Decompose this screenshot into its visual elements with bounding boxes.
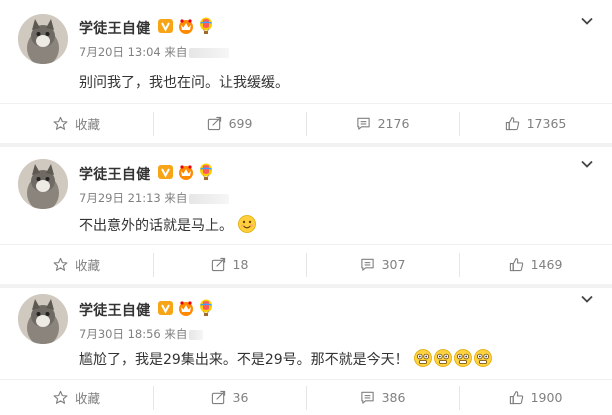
weibo-post: 学徒王自健 7月29日 21:13 来自 不出意外的话就是马上。 收藏 18 3…	[0, 147, 612, 284]
star-icon	[53, 390, 68, 404]
comment-button[interactable]: 307	[306, 252, 459, 277]
comment-count: 386	[381, 390, 406, 405]
balloon-badge-icon	[197, 163, 215, 181]
like-button[interactable]: 17365	[459, 111, 612, 136]
avatar[interactable]	[18, 294, 68, 344]
favorite-label: 收藏	[74, 117, 100, 132]
comment-icon	[360, 391, 374, 404]
vip-crown-icon	[177, 163, 195, 181]
comment-count: 2176	[377, 116, 410, 131]
repost-button[interactable]: 36	[153, 385, 306, 410]
post-text-body: 不出意外的话就是马上。	[79, 218, 233, 234]
verified-badge-icon	[157, 17, 175, 35]
awkward-emoji-icon	[433, 348, 453, 372]
post-meta: 7月30日 18:56 来自	[79, 326, 204, 342]
comment-button[interactable]: 2176	[306, 111, 459, 136]
awkward-emoji-icon	[453, 348, 473, 372]
favorite-button[interactable]: 收藏	[0, 112, 153, 136]
like-count: 1469	[530, 257, 563, 272]
like-button[interactable]: 1900	[459, 385, 612, 410]
chevron-down-icon[interactable]	[580, 292, 594, 306]
thumbs-up-icon	[509, 391, 523, 405]
post-text: 尴尬了，我是29集出来。不是29号。那不就是今天！	[79, 348, 493, 372]
action-bar: 收藏 18 307 1469	[0, 244, 612, 284]
avatar[interactable]	[18, 14, 68, 64]
vip-crown-icon	[177, 17, 195, 35]
weibo-post: 学徒王自健 7月20日 13:04 来自 别问我了，我也在问。让我缓缓。 收藏 …	[0, 0, 612, 143]
chevron-down-icon[interactable]	[580, 157, 594, 171]
comment-button[interactable]: 386	[306, 385, 459, 410]
favorite-button[interactable]: 收藏	[0, 386, 153, 410]
awkward-emoji-icon	[413, 348, 433, 372]
like-count: 1900	[530, 390, 563, 405]
repost-button[interactable]: 18	[153, 252, 306, 277]
star-icon	[53, 257, 68, 271]
avatar[interactable]	[18, 159, 68, 209]
comment-icon	[360, 258, 374, 271]
action-bar: 收藏 36 386 1900	[0, 379, 612, 415]
verified-badge-icon	[157, 163, 175, 181]
share-arrow-icon	[211, 257, 225, 272]
repost-count: 699	[228, 116, 253, 131]
post-text: 别问我了，我也在问。让我缓缓。	[79, 75, 289, 91]
smile-emoji-icon	[237, 214, 257, 238]
action-bar: 收藏 699 2176 17365	[0, 103, 612, 143]
author-name[interactable]: 学徒王自健	[79, 18, 151, 38]
post-meta: 7月29日 21:13 来自	[79, 190, 230, 206]
comment-icon	[356, 117, 370, 130]
share-arrow-icon	[207, 116, 221, 131]
balloon-badge-icon	[197, 17, 215, 35]
repost-button[interactable]: 699	[153, 111, 306, 136]
post-time-source[interactable]: 7月29日 21:13 来自	[79, 191, 187, 205]
post-time-source[interactable]: 7月20日 13:04 来自	[79, 45, 187, 59]
chevron-down-icon[interactable]	[580, 14, 594, 28]
favorite-button[interactable]: 收藏	[0, 253, 153, 277]
post-time-source[interactable]: 7月30日 18:56 来自	[79, 327, 187, 341]
star-icon	[53, 116, 68, 130]
comment-count: 307	[381, 257, 406, 272]
post-text-body: 尴尬了，我是29集出来。不是29号。那不就是今天！	[79, 352, 409, 368]
verified-badge-icon	[157, 299, 175, 317]
author-name[interactable]: 学徒王自健	[79, 164, 151, 184]
vip-crown-icon	[177, 299, 195, 317]
share-arrow-icon	[211, 390, 225, 405]
balloon-badge-icon	[197, 299, 215, 317]
like-count: 17365	[526, 116, 567, 131]
favorite-label: 收藏	[74, 258, 100, 273]
author-name[interactable]: 学徒王自健	[79, 300, 151, 320]
repost-count: 18	[232, 257, 249, 272]
weibo-post: 学徒王自健 7月30日 18:56 来自 尴尬了，我是29集出来。不是29号。那…	[0, 288, 612, 415]
post-meta: 7月20日 13:04 来自	[79, 44, 230, 60]
like-button[interactable]: 1469	[459, 252, 612, 277]
post-text: 不出意外的话就是马上。	[79, 214, 257, 238]
thumbs-up-icon	[509, 258, 523, 272]
thumbs-up-icon	[505, 117, 519, 131]
awkward-emoji-icon	[473, 348, 493, 372]
favorite-label: 收藏	[74, 391, 100, 406]
repost-count: 36	[232, 390, 249, 405]
